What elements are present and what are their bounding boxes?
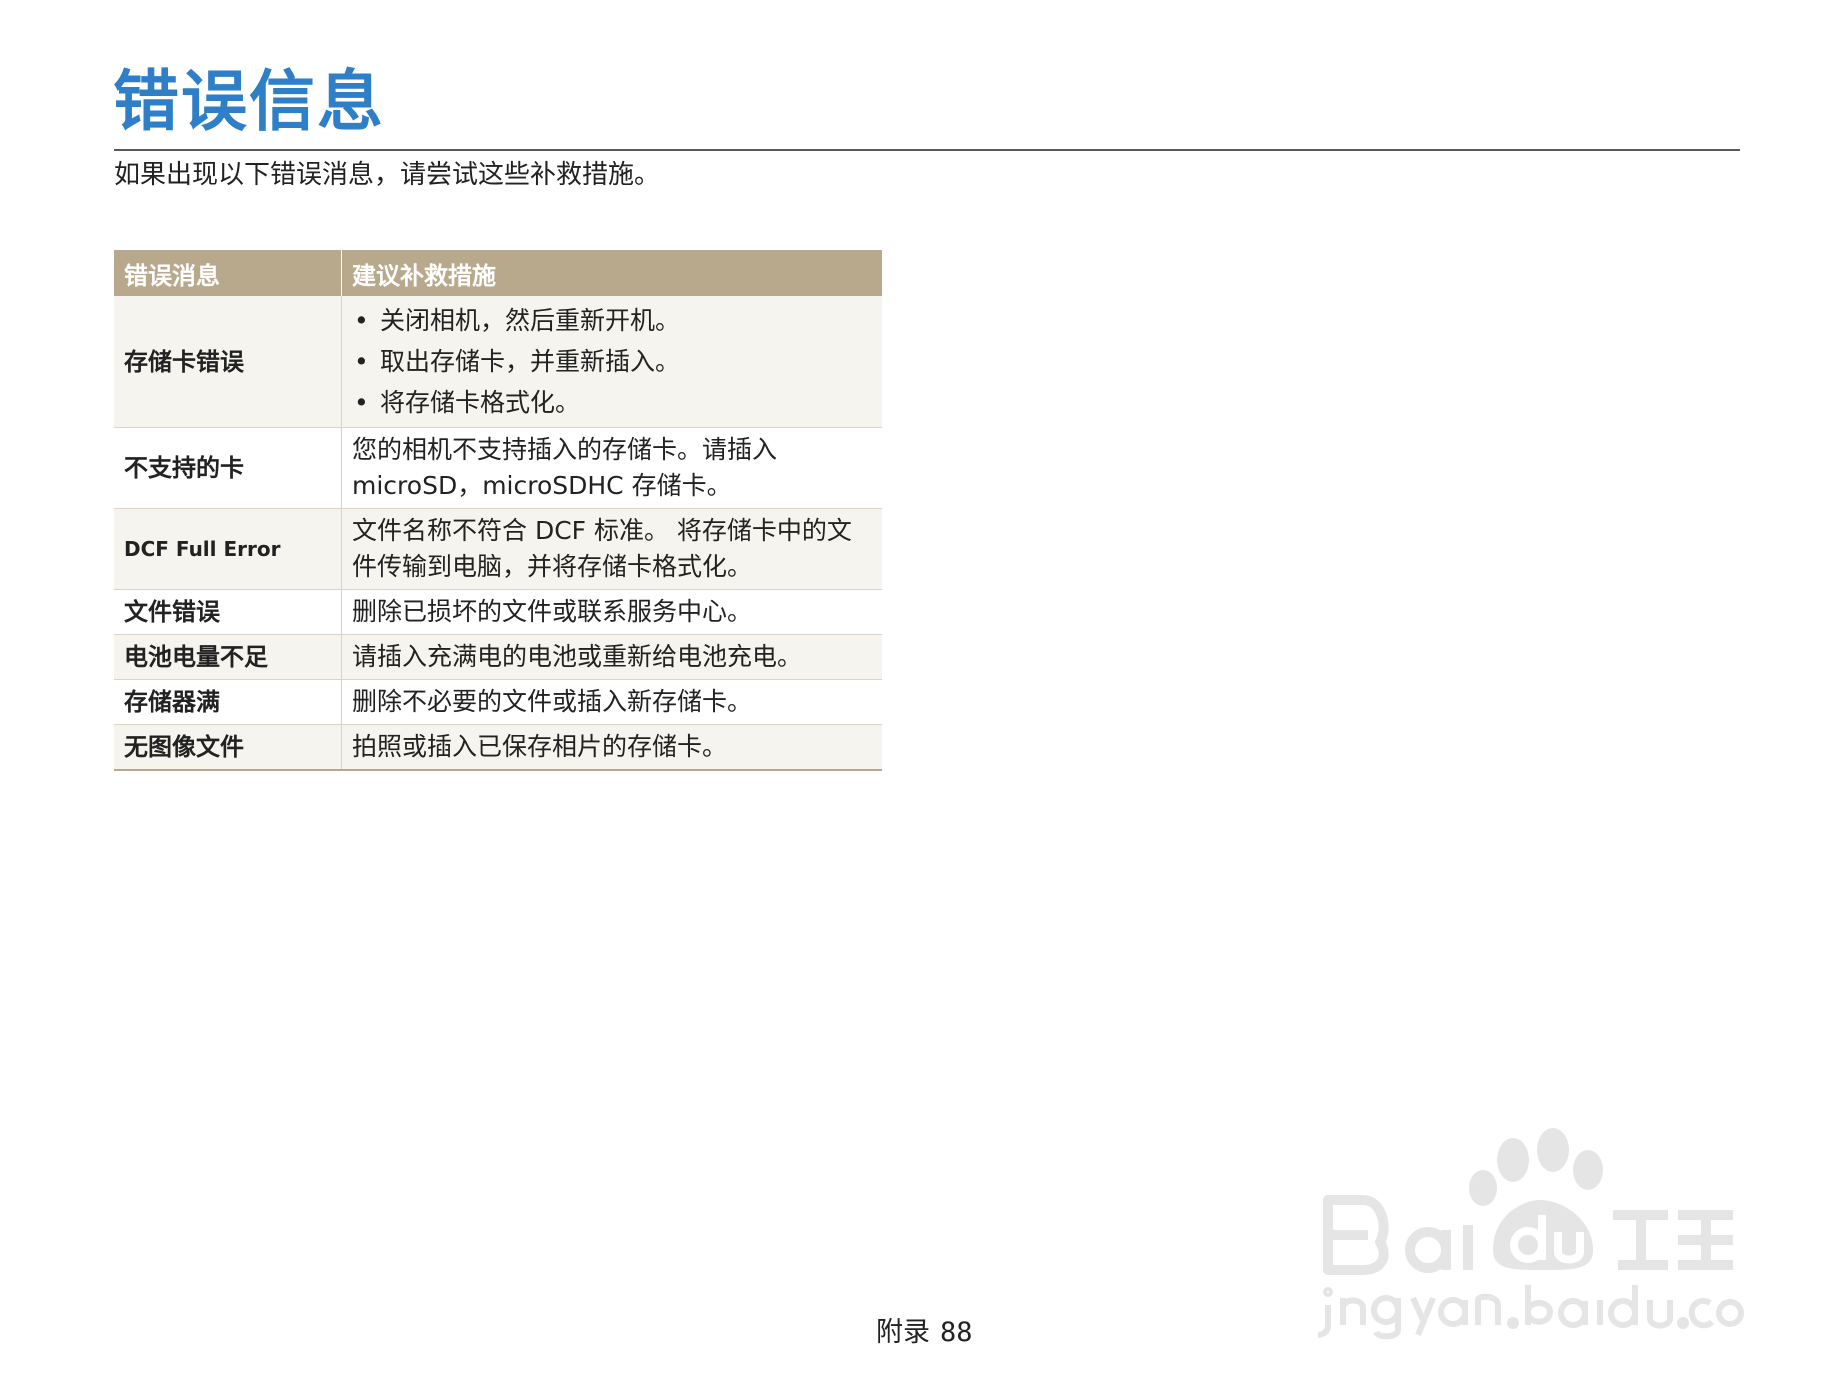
footer-section: 附录 bbox=[876, 1317, 930, 1348]
baidu-watermark-logo bbox=[1318, 1128, 1744, 1340]
table-row: 电池电量不足 请插入充满电的电池或重新给电池充电。 bbox=[114, 634, 882, 680]
remedy-cell: 拍照或插入已保存相片的存储卡。 bbox=[341, 724, 882, 771]
error-name: 不支持的卡 bbox=[114, 427, 342, 509]
remedy-cell: 删除已损坏的文件或联系服务中心。 bbox=[341, 589, 882, 635]
remedy-item: • 取出存储卡，并重新插入。 bbox=[352, 341, 872, 382]
table-header-row: 错误消息 建议补救措施 bbox=[114, 250, 882, 296]
bullet-icon: • bbox=[354, 306, 369, 335]
header-error-message: 错误消息 bbox=[114, 250, 342, 296]
remedy-text: 关闭相机，然后重新开机。 bbox=[380, 306, 681, 335]
header-suggested-remedy: 建议补救措施 bbox=[341, 250, 882, 296]
page-number: 88 bbox=[940, 1317, 973, 1348]
error-name: 存储器满 bbox=[114, 679, 342, 725]
remedy-item: • 将存储卡格式化。 bbox=[352, 382, 872, 423]
remedy-cell: 您的相机不支持插入的存储卡。请插入 microSD，microSDHC 存储卡。 bbox=[341, 427, 882, 509]
remedy-cell: 文件名称不符合 DCF 标准。 将存储卡中的文件传输到电脑，并将存储卡格式化。 bbox=[341, 508, 882, 590]
remedy-text: 将存储卡格式化。 bbox=[380, 388, 581, 417]
error-name: 电池电量不足 bbox=[114, 634, 342, 680]
error-name: 文件错误 bbox=[114, 589, 342, 635]
title-divider bbox=[114, 149, 1740, 151]
table-row: 无图像文件 拍照或插入已保存相片的存储卡。 bbox=[114, 724, 882, 771]
table-row: 存储器满 删除不必要的文件或插入新存储卡。 bbox=[114, 679, 882, 725]
remedy-item: • 关闭相机，然后重新开机。 bbox=[352, 300, 872, 341]
bullet-icon: • bbox=[354, 388, 369, 417]
manual-page: 错误信息 如果出现以下错误消息，请尝试这些补救措施。 错误消息 建议补救措施 存… bbox=[0, 0, 1848, 1395]
error-messages-table: 错误消息 建议补救措施 存储卡错误 • 关闭相机，然后重新开机。 • 取出存储卡，并… bbox=[114, 250, 882, 771]
intro-text: 如果出现以下错误消息，请尝试这些补救措施。 bbox=[114, 160, 661, 190]
bullet-icon: • bbox=[354, 347, 369, 376]
remedy-cell: • 关闭相机，然后重新开机。 • 取出存储卡，并重新插入。 • 将存储卡格式化。 bbox=[341, 296, 882, 428]
page-footer: 附录 88 bbox=[876, 1310, 973, 1349]
remedy-list: • 关闭相机，然后重新开机。 • 取出存储卡，并重新插入。 • 将存储卡格式化。 bbox=[352, 300, 872, 423]
error-name: 存储卡错误 bbox=[114, 296, 342, 428]
page-title: 错误信息 bbox=[113, 63, 385, 140]
error-name: 无图像文件 bbox=[114, 724, 342, 771]
table-row: 不支持的卡 您的相机不支持插入的存储卡。请插入 microSD，microSDH… bbox=[114, 427, 882, 509]
remedy-cell: 请插入充满电的电池或重新给电池充电。 bbox=[341, 634, 882, 680]
remedy-cell: 删除不必要的文件或插入新存储卡。 bbox=[341, 679, 882, 725]
table-row: 存储卡错误 • 关闭相机，然后重新开机。 • 取出存储卡，并重新插入。 • 将存储卡格… bbox=[114, 296, 882, 428]
table-row: 文件错误 删除已损坏的文件或联系服务中心。 bbox=[114, 589, 882, 635]
error-name: DCF Full Error bbox=[114, 508, 342, 590]
remedy-text: 取出存储卡，并重新插入。 bbox=[380, 347, 681, 376]
table-row: DCF Full Error 文件名称不符合 DCF 标准。 将存储卡中的文件传… bbox=[114, 508, 882, 590]
